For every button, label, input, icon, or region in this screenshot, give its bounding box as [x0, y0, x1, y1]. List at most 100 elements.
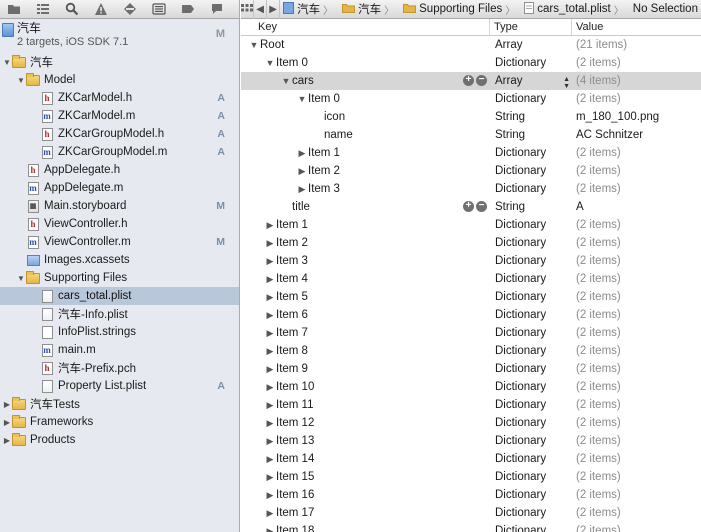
test-icon[interactable]: [122, 1, 138, 17]
plist-row[interactable]: ▶ Item 15 Dictionary (2 items): [241, 468, 701, 486]
disclosure-closed-icon[interactable]: ▶: [264, 436, 276, 447]
disclosure-closed-icon[interactable]: ▶: [2, 417, 12, 427]
key-cell[interactable]: ▶ Item 4: [241, 270, 490, 288]
type-cell[interactable]: Dictionary: [490, 507, 572, 519]
value-cell[interactable]: (2 items): [572, 489, 621, 501]
type-cell[interactable]: String: [490, 201, 572, 213]
value-cell[interactable]: (2 items): [572, 345, 621, 357]
value-cell[interactable]: (2 items): [572, 399, 621, 411]
type-cell[interactable]: Dictionary: [490, 183, 572, 195]
navigator-item[interactable]: cars_total.plist: [0, 287, 239, 305]
navigator-item[interactable]: m ZKCarGroupModel.m A: [0, 143, 239, 161]
value-cell[interactable]: (2 items): [572, 165, 621, 177]
value-cell[interactable]: (2 items): [572, 309, 621, 321]
type-cell[interactable]: Array: [490, 39, 572, 51]
key-cell[interactable]: ▶ Item 7: [241, 324, 490, 342]
value-cell[interactable]: AC Schnitzer: [572, 129, 643, 141]
key-column-header[interactable]: Key: [241, 19, 490, 35]
plist-row[interactable]: ▶ Item 3 Dictionary (2 items): [241, 252, 701, 270]
navigator-item[interactable]: h ViewController.h: [0, 215, 239, 233]
value-cell[interactable]: (2 items): [572, 93, 621, 105]
type-cell[interactable]: Dictionary: [490, 489, 572, 501]
type-cell[interactable]: Dictionary: [490, 237, 572, 249]
breadcrumb-item[interactable]: Supporting Files 〉: [400, 2, 521, 17]
plist-row[interactable]: icon String m_180_100.png: [241, 108, 701, 126]
value-cell[interactable]: (2 items): [572, 435, 621, 447]
key-cell[interactable]: ▶ Item 8: [241, 342, 490, 360]
disclosure-closed-icon[interactable]: ▶: [296, 148, 308, 159]
navigator-item[interactable]: h ZKCarModel.h A: [0, 89, 239, 107]
value-cell[interactable]: (2 items): [572, 453, 621, 465]
key-cell[interactable]: ▶ Item 1: [241, 144, 490, 162]
disclosure-open-icon[interactable]: ▼: [248, 40, 260, 50]
navigator-item[interactable]: 汽车-Info.plist: [0, 305, 239, 323]
plist-row[interactable]: ▶ Item 1 Dictionary (2 items): [241, 144, 701, 162]
value-cell[interactable]: (2 items): [572, 327, 621, 339]
disclosure-open-icon[interactable]: ▼: [264, 58, 276, 68]
plist-row[interactable]: ▶ Item 7 Dictionary (2 items): [241, 324, 701, 342]
plist-row[interactable]: ▶ Item 14 Dictionary (2 items): [241, 450, 701, 468]
disclosure-closed-icon[interactable]: ▶: [264, 526, 276, 532]
value-cell[interactable]: (2 items): [572, 147, 621, 159]
key-cell[interactable]: icon: [241, 108, 490, 126]
key-cell[interactable]: ▼ Item 0: [241, 90, 490, 108]
plist-row[interactable]: ▶ Item 3 Dictionary (2 items): [241, 180, 701, 198]
breadcrumb-item[interactable]: 汽车〉: [280, 1, 339, 17]
key-cell[interactable]: ▼ Root: [241, 36, 490, 54]
key-cell[interactable]: name: [241, 126, 490, 144]
plist-row[interactable]: ▶ Item 1 Dictionary (2 items): [241, 216, 701, 234]
disclosure-closed-icon[interactable]: ▶: [264, 256, 276, 267]
type-cell[interactable]: Dictionary: [490, 381, 572, 393]
key-cell[interactable]: ▶ Item 3: [241, 180, 490, 198]
debug-icon[interactable]: [151, 1, 167, 17]
navigator-item[interactable]: ▼ Supporting Files: [0, 269, 239, 287]
key-cell[interactable]: title + −: [241, 198, 490, 216]
plist-row[interactable]: ▼ Item 0 Dictionary (2 items): [241, 54, 701, 72]
value-cell[interactable]: (2 items): [572, 507, 621, 519]
disclosure-closed-icon[interactable]: ▶: [264, 418, 276, 429]
value-cell[interactable]: (2 items): [572, 183, 621, 195]
structure-icon[interactable]: [35, 1, 51, 17]
type-cell[interactable]: Array ▲ ▼: [490, 75, 572, 90]
type-cell[interactable]: Dictionary: [490, 471, 572, 483]
key-cell[interactable]: ▶ Item 15: [241, 468, 490, 486]
disclosure-closed-icon[interactable]: ▶: [264, 238, 276, 249]
key-cell[interactable]: ▶ Item 14: [241, 450, 490, 468]
key-cell[interactable]: ▶ Item 9: [241, 360, 490, 378]
disclosure-closed-icon[interactable]: ▶: [2, 399, 12, 409]
navigator-item[interactable]: ▦ Main.storyboard M: [0, 197, 239, 215]
navigator-item[interactable]: ▶ 汽车Tests: [0, 395, 239, 413]
type-cell[interactable]: Dictionary: [490, 93, 572, 105]
disclosure-open-icon[interactable]: ▼: [296, 94, 308, 104]
navigator-item[interactable]: h ZKCarGroupModel.h A: [0, 125, 239, 143]
plist-row[interactable]: ▶ Item 11 Dictionary (2 items): [241, 396, 701, 414]
key-cell[interactable]: ▶ Item 11: [241, 396, 490, 414]
navigator-item[interactable]: InfoPlist.strings: [0, 323, 239, 341]
key-cell[interactable]: ▶ Item 16: [241, 486, 490, 504]
disclosure-closed-icon[interactable]: ▶: [264, 400, 276, 411]
disclosure-closed-icon[interactable]: ▶: [296, 184, 308, 195]
remove-item-icon[interactable]: −: [476, 201, 487, 212]
plist-row[interactable]: ▶ Item 8 Dictionary (2 items): [241, 342, 701, 360]
value-cell[interactable]: (2 items): [572, 471, 621, 483]
disclosure-closed-icon[interactable]: ▶: [264, 472, 276, 483]
search-icon[interactable]: [64, 1, 80, 17]
type-cell[interactable]: Dictionary: [490, 327, 572, 339]
key-cell[interactable]: ▶ Item 10: [241, 378, 490, 396]
key-cell[interactable]: ▶ Item 1: [241, 216, 490, 234]
navigator-item[interactable]: Images.xcassets: [0, 251, 239, 269]
back-arrow-icon[interactable]: ◀: [254, 0, 268, 19]
plist-row[interactable]: ▶ Item 12 Dictionary (2 items): [241, 414, 701, 432]
type-cell[interactable]: Dictionary: [490, 453, 572, 465]
disclosure-open-icon[interactable]: ▼: [280, 76, 292, 86]
plist-row[interactable]: ▶ Item 13 Dictionary (2 items): [241, 432, 701, 450]
key-cell[interactable]: ▶ Item 13: [241, 432, 490, 450]
plist-row[interactable]: ▶ Item 4 Dictionary (2 items): [241, 270, 701, 288]
value-cell[interactable]: (2 items): [572, 255, 621, 267]
type-cell[interactable]: Dictionary: [490, 57, 572, 69]
disclosure-closed-icon[interactable]: ▶: [296, 166, 308, 177]
forward-arrow-icon[interactable]: ▶: [267, 0, 281, 19]
key-cell[interactable]: ▶ Item 6: [241, 306, 490, 324]
related-items-icon[interactable]: [241, 0, 255, 19]
key-cell[interactable]: ▶ Item 5: [241, 288, 490, 306]
